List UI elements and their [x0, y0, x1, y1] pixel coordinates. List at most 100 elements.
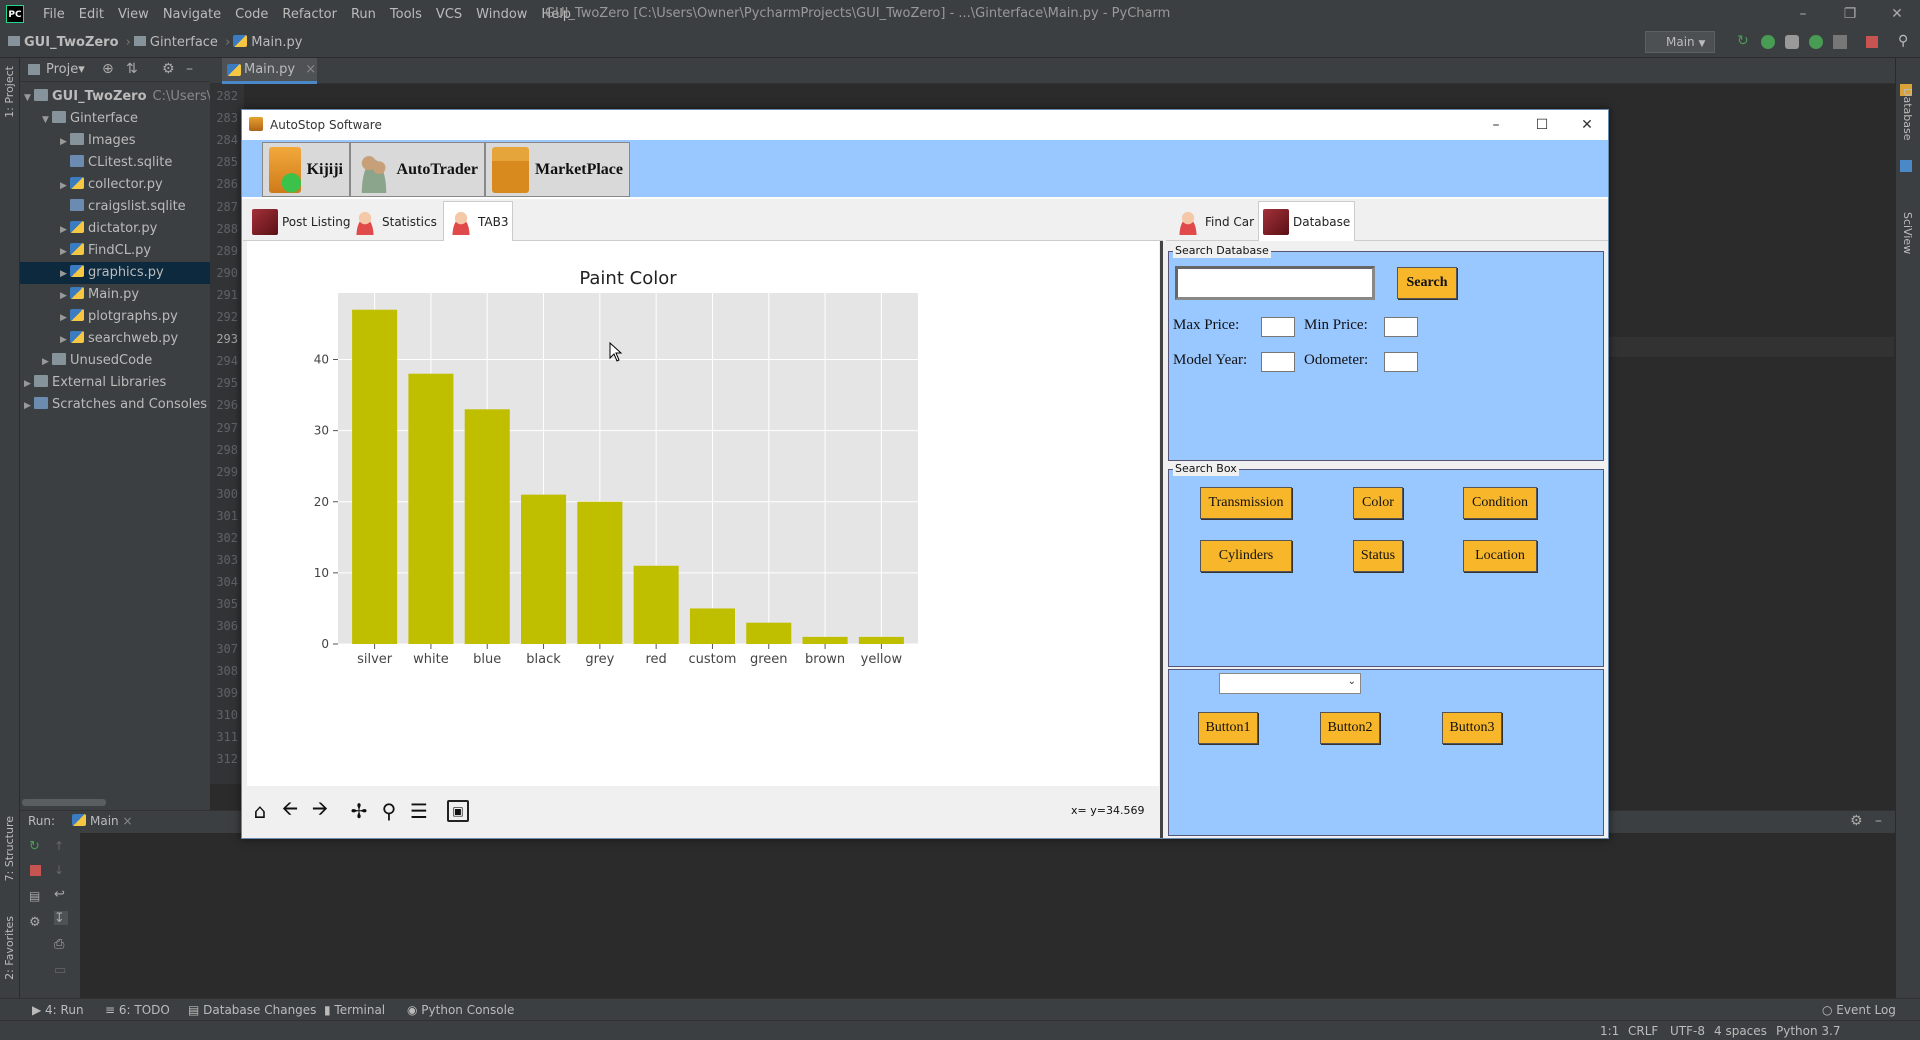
- database-tool-tab[interactable]: Database: [1901, 88, 1914, 141]
- tab-post-listing[interactable]: Post Listing: [247, 203, 355, 241]
- tab-find-car[interactable]: Find Car: [1170, 203, 1259, 241]
- breadcrumb-file[interactable]: Main.py: [251, 35, 302, 50]
- breadcrumb-project[interactable]: GUI_TwoZero: [24, 35, 119, 50]
- stop-icon[interactable]: [1866, 36, 1878, 48]
- database-changes-tool-tab[interactable]: ▤ Database Changes: [188, 1003, 316, 1017]
- structure-tool-tab[interactable]: 7: Structure: [3, 816, 16, 881]
- favorites-tool-tab[interactable]: 2: Favorites: [3, 916, 16, 980]
- tree-item[interactable]: ▶ dictator.py: [20, 218, 210, 240]
- tree-item[interactable]: craigslist.sqlite: [20, 196, 210, 218]
- tab-statistics[interactable]: Statistics: [347, 203, 442, 241]
- settings-gear-icon[interactable]: ⚙: [1850, 813, 1863, 829]
- tree-item[interactable]: ▶ searchweb.py: [20, 328, 210, 350]
- close-icon[interactable]: ✕: [1564, 114, 1610, 136]
- search-database-input[interactable]: [1175, 266, 1375, 300]
- menu-refactor[interactable]: Refactor: [275, 7, 344, 22]
- editor-tab-main[interactable]: Main.py ×: [222, 58, 317, 84]
- collapsed-arrow-icon[interactable]: ▶: [60, 285, 70, 307]
- tab-database[interactable]: Database: [1258, 201, 1356, 241]
- tree-item[interactable]: ▶ graphics.py: [20, 262, 210, 284]
- print-icon[interactable]: ⎙: [54, 937, 68, 952]
- todo-tool-tab[interactable]: ≡ 6: TODO: [105, 1003, 170, 1017]
- run-config-select[interactable]: Main ▼: [1645, 31, 1715, 53]
- kijiji-button[interactable]: Kijiji: [262, 142, 350, 197]
- up-arrow-icon[interactable]: ↑: [54, 839, 68, 853]
- layout-icon[interactable]: ▤: [29, 889, 43, 903]
- menu-edit[interactable]: Edit: [72, 7, 111, 22]
- options-dropdown[interactable]: ⌄: [1219, 673, 1361, 694]
- breadcrumb-folder[interactable]: Ginterface: [150, 35, 218, 50]
- button3[interactable]: Button3: [1442, 712, 1502, 744]
- collapsed-arrow-icon[interactable]: ▶: [60, 219, 70, 241]
- menu-navigate[interactable]: Navigate: [156, 7, 228, 22]
- collapsed-arrow-icon[interactable]: ▶: [60, 241, 70, 263]
- menu-file[interactable]: File: [36, 7, 72, 22]
- locate-icon[interactable]: ⊕: [102, 61, 114, 77]
- project-tool-tab[interactable]: 1: Project: [3, 66, 16, 118]
- hide-panel-icon[interactable]: –: [1875, 813, 1882, 829]
- tree-item[interactable]: ▶ Scratches and Consoles: [20, 394, 210, 416]
- tree-item[interactable]: CLitest.sqlite: [20, 152, 210, 174]
- tab-tab3[interactable]: TAB3: [443, 201, 514, 241]
- expanded-arrow-icon[interactable]: ▼: [24, 87, 34, 109]
- event-log-tool-tab[interactable]: ○ Event Log: [1822, 1003, 1896, 1017]
- profile-icon[interactable]: [1809, 35, 1823, 49]
- pan-icon[interactable]: ✢: [346, 798, 372, 824]
- close-icon[interactable]: ✕: [1887, 4, 1907, 24]
- menu-vcs[interactable]: VCS: [429, 7, 469, 22]
- restore-icon[interactable]: ❐: [1840, 4, 1860, 24]
- collapsed-arrow-icon[interactable]: ▶: [24, 373, 34, 395]
- tree-item[interactable]: ▼ GUI_TwoZero C:\Users\O: [20, 86, 221, 109]
- collapsed-arrow-icon[interactable]: ▶: [60, 263, 70, 285]
- collapsed-arrow-icon[interactable]: ▶: [60, 131, 70, 153]
- menu-tools[interactable]: Tools: [383, 7, 429, 22]
- minimize-icon[interactable]: –: [1793, 4, 1813, 24]
- collapsed-arrow-icon[interactable]: ▶: [60, 307, 70, 329]
- menu-code[interactable]: Code: [228, 7, 275, 22]
- tree-item[interactable]: ▶ collector.py: [20, 174, 210, 196]
- back-arrow-icon[interactable]: 🡨: [277, 796, 303, 824]
- line-separator[interactable]: CRLF: [1628, 1024, 1658, 1038]
- collapse-all-icon[interactable]: ⇅: [126, 61, 138, 77]
- scroll-to-end-icon[interactable]: ↧: [54, 911, 68, 926]
- stop-icon[interactable]: [30, 865, 41, 876]
- hide-panel-icon[interactable]: –: [186, 61, 193, 77]
- tree-item[interactable]: ▶ Main.py: [20, 284, 210, 306]
- settings-gear-icon[interactable]: ⚙: [162, 61, 175, 77]
- save-figure-icon[interactable]: ▣: [447, 800, 469, 822]
- odometer-input[interactable]: [1384, 352, 1418, 372]
- collapsed-arrow-icon[interactable]: ▶: [24, 395, 34, 417]
- project-view-select[interactable]: Proje▾: [46, 62, 85, 77]
- location-button[interactable]: Location: [1463, 540, 1537, 572]
- concurrency-icon[interactable]: [1833, 35, 1847, 49]
- python-interpreter[interactable]: Python 3.7: [1776, 1024, 1841, 1038]
- close-tab-icon[interactable]: ×: [305, 62, 316, 77]
- menu-window[interactable]: Window: [469, 7, 534, 22]
- condition-button[interactable]: Condition: [1463, 487, 1537, 519]
- search-everywhere-icon[interactable]: ⚲: [1898, 33, 1912, 49]
- forward-arrow-icon[interactable]: 🡪: [307, 796, 333, 824]
- python-console-tool-tab[interactable]: ◉ Python Console: [407, 1003, 514, 1017]
- minimize-icon[interactable]: –: [1473, 114, 1519, 136]
- rerun-icon[interactable]: ↻: [29, 839, 43, 854]
- max-price-input[interactable]: [1261, 317, 1295, 337]
- collapsed-arrow-icon[interactable]: ▶: [60, 329, 70, 351]
- color-button[interactable]: Color: [1353, 487, 1403, 519]
- status-button[interactable]: Status: [1353, 540, 1403, 572]
- horizontal-scrollbar[interactable]: [22, 799, 106, 806]
- file-encoding[interactable]: UTF-8: [1670, 1024, 1705, 1038]
- tree-item[interactable]: ▶ FindCL.py: [20, 240, 210, 262]
- run-tool-tab[interactable]: ▶ 4: Run: [32, 1003, 84, 1017]
- maximize-icon[interactable]: ☐: [1519, 114, 1565, 136]
- terminal-tool-tab[interactable]: ▮ Terminal: [324, 1003, 385, 1017]
- debug-icon[interactable]: [1761, 35, 1775, 49]
- min-price-input[interactable]: [1384, 317, 1418, 337]
- collapsed-arrow-icon[interactable]: ▶: [42, 351, 52, 373]
- menu-view[interactable]: View: [111, 7, 156, 22]
- menu-run[interactable]: Run: [344, 7, 383, 22]
- home-icon[interactable]: ⌂: [247, 798, 273, 824]
- collapsed-arrow-icon[interactable]: ▶: [60, 175, 70, 197]
- down-arrow-icon[interactable]: ↓: [54, 863, 68, 877]
- run-tab-main[interactable]: Main ×: [72, 814, 133, 828]
- cylinders-button[interactable]: Cylinders: [1200, 540, 1292, 572]
